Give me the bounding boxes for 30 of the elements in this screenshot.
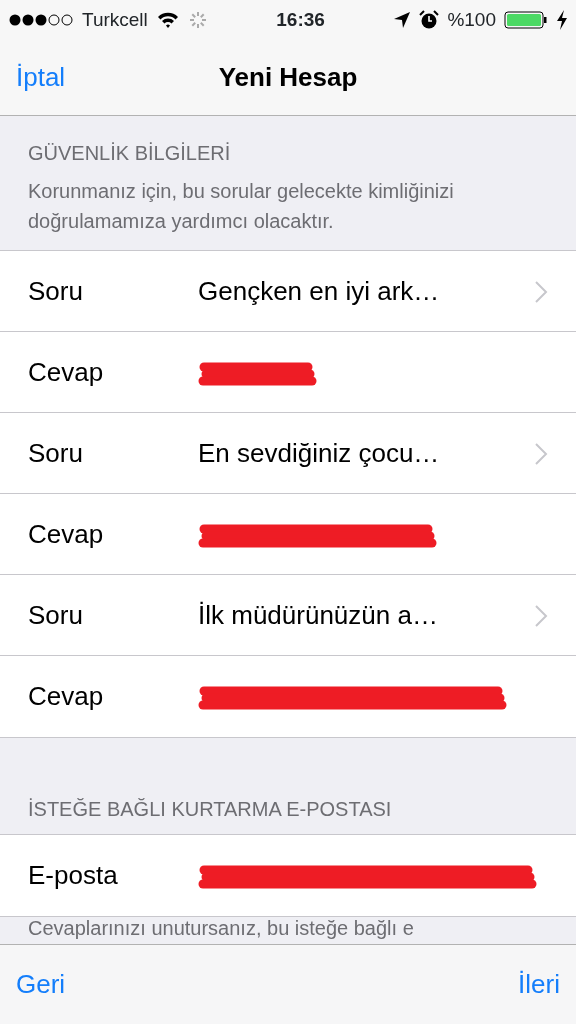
charging-bolt-icon	[556, 10, 568, 30]
activity-spinner-icon	[187, 10, 208, 30]
location-arrow-icon	[393, 11, 412, 29]
row-label: E-posta	[27, 859, 119, 892]
status-time: 16:36	[276, 7, 325, 32]
battery-icon	[504, 10, 548, 30]
chevron-right-icon	[534, 279, 548, 304]
row-label: Cevap	[27, 356, 105, 389]
carrier-name: Turkcell	[82, 7, 148, 32]
section-header: İSTEĞE BAĞLI KURTARMA E-POSTASI	[28, 797, 393, 822]
section-description: Korunmanız için, bu sorular gelecekte kimliğinizi doğrulamamıza yardımcı olacaktır.	[28, 179, 455, 234]
navigation-title: Yeni Hesap	[218, 61, 358, 94]
battery-percent: %100	[447, 7, 496, 32]
chevron-right-icon	[534, 441, 548, 466]
back-button[interactable]: Geri	[16, 965, 66, 1004]
next-button[interactable]: İleri	[518, 965, 560, 1004]
section-header: GÜVENLİK BİLGİLERİ	[28, 141, 232, 166]
row-label: Cevap	[27, 518, 105, 551]
selected-question[interactable]: İlk müdürünüzün a…	[198, 596, 534, 635]
selected-question[interactable]: Gençken en iyi ark…	[198, 272, 534, 311]
cancel-button[interactable]: İptal	[16, 58, 66, 97]
signal-icon	[8, 11, 74, 29]
row-label: Soru	[27, 599, 84, 632]
row-label: Soru	[27, 437, 84, 470]
section-footer-text: Cevaplarınızı unutursanız, bu isteğe bağlı e	[27, 917, 415, 939]
alarm-clock-icon	[419, 10, 440, 30]
row-label: Cevap	[27, 680, 105, 713]
chevron-right-icon	[534, 603, 548, 628]
selected-question[interactable]: En sevdiğiniz çocu…	[198, 434, 534, 473]
row-label: Soru	[27, 275, 84, 308]
